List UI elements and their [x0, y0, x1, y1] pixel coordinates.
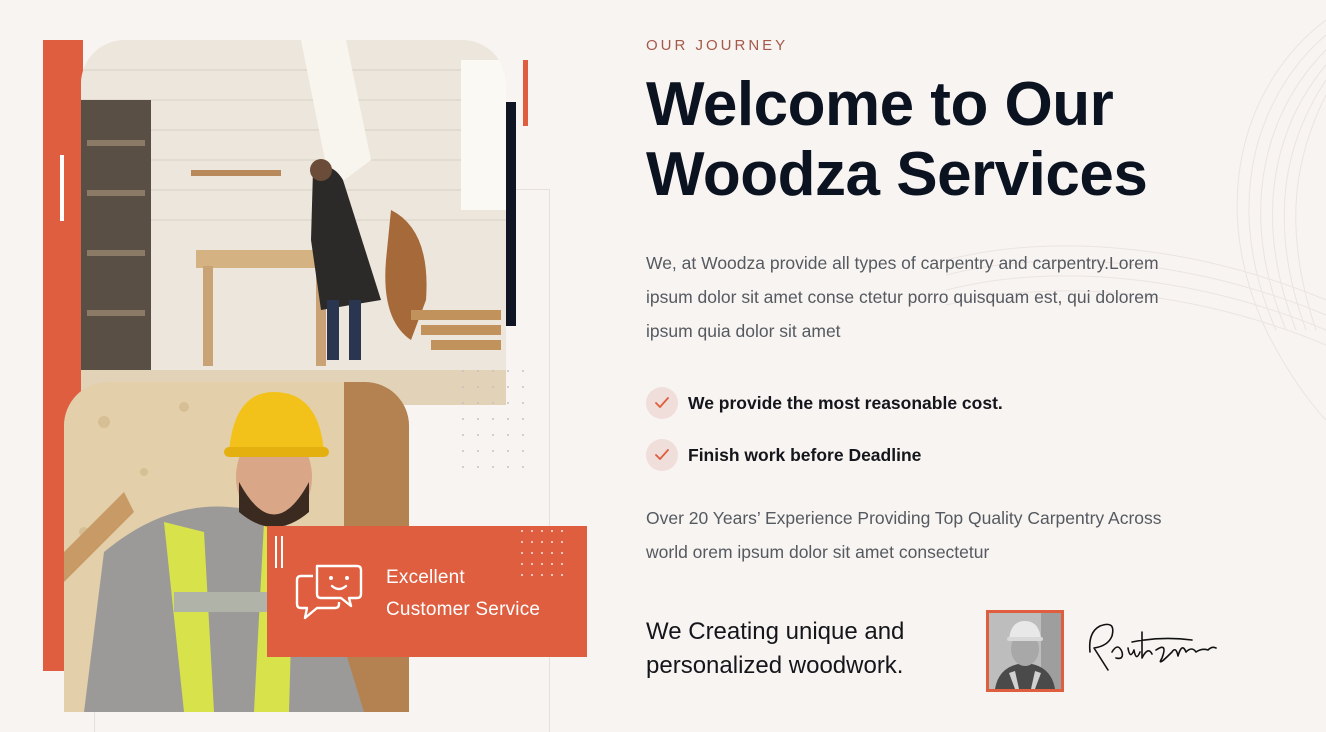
- experience-paragraph: Over 20 Years’ Experience Providing Top …: [646, 508, 1162, 562]
- chat-bubbles-icon: [295, 564, 363, 620]
- feature-item: Finish work before Deadline: [646, 438, 1003, 472]
- decorative-dot-grid: [462, 370, 532, 470]
- signature-image: [1088, 623, 1217, 671]
- customer-service-card: Excellent Customer Service: [267, 526, 587, 657]
- workshop-illustration: [81, 40, 506, 405]
- feature-text: Finish work before Deadline: [688, 444, 922, 465]
- headline-line2: Woodza Services: [646, 140, 1148, 209]
- check-icon: [646, 387, 678, 419]
- tagline-text: We Creating unique and personalized wood…: [646, 618, 905, 679]
- check-icon: [646, 439, 678, 471]
- headline-line1: Welcome to Our: [646, 70, 1114, 139]
- decorative-orange-line: [523, 60, 528, 126]
- section-headline: Welcome to Our Woodza Services: [646, 70, 1286, 210]
- founder-avatar-image: [989, 613, 1061, 689]
- decorative-white-ticks: [60, 155, 72, 221]
- founder-avatar: [986, 610, 1064, 692]
- intro-paragraph: We, at Woodza provide all types of carpe…: [646, 253, 1159, 341]
- feature-item: We provide the most reasonable cost.: [646, 386, 1003, 420]
- decorative-dark-bar: [506, 102, 516, 326]
- card-dot-grid: [521, 530, 567, 578]
- section-eyebrow: OUR JOURNEY: [646, 37, 789, 54]
- feature-text: We provide the most reasonable cost.: [688, 392, 1003, 413]
- service-card-line2: Customer Service: [386, 599, 541, 620]
- workshop-photo: [81, 40, 506, 405]
- feature-list: We provide the most reasonable cost. Fin…: [646, 386, 1003, 490]
